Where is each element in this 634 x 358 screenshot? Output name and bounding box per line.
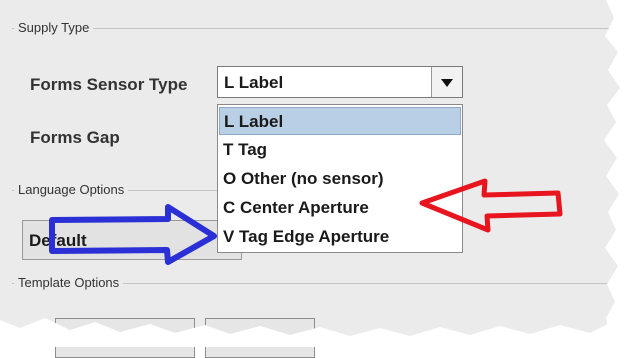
settings-panel: Supply Type Forms Sensor Type L Label Fo… [0,0,634,358]
torn-edge-bottom [0,318,612,347]
torn-edge-right [604,0,634,347]
blue-arrow-annotation [49,204,217,265]
red-arrow-annotation [419,178,563,233]
annotation-overlay [0,0,634,347]
